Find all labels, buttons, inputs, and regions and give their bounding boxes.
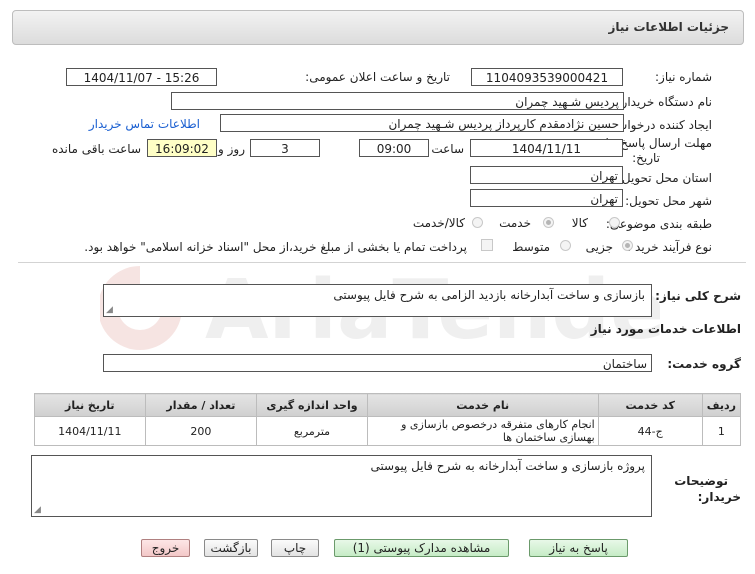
page-title: جزئیات اطلاعات نیاز	[608, 20, 729, 34]
table-header-row: ردیف کد خدمت نام خدمت واحد اندازه گیری ت…	[34, 393, 742, 417]
buyer-org-field: پردیس شـهید چمران	[171, 92, 624, 110]
category-option-service: خدمت	[499, 216, 531, 230]
category-label: طبقه بندی موضوعی:	[605, 217, 712, 231]
buyer-notes-text: پروژه بازسازی و ساخت آبدارخانه به شرح فا…	[370, 459, 645, 473]
treasury-payment-checkbox[interactable]	[481, 239, 493, 251]
cell-unit: مترمربع	[256, 416, 368, 446]
buyer-org-label: نام دستگاه خریدار:	[617, 95, 713, 109]
treasury-payment-note: پرداخت تمام یا بخشی از مبلغ خرید،از محل …	[84, 240, 467, 254]
need-number-field: 1104093539000421	[471, 68, 623, 86]
reply-to-need-button[interactable]: پاسخ به نیاز	[529, 539, 628, 557]
deadline-date-field: 1404/11/11	[470, 139, 623, 157]
remaining-time-label: ساعت باقی مانده	[51, 142, 141, 156]
buyer-contact-link[interactable]: اطلاعات تماس خریدار	[89, 117, 200, 131]
summary-textarea[interactable]: بازسازی و ساخت آبدارخانه بازدید الزامی ب…	[103, 284, 652, 317]
announce-date-label: تاریخ و ساعت اعلان عمومی:	[305, 70, 450, 84]
view-attachments-button[interactable]: مشاهده مدارک پیوستی (1)	[334, 539, 509, 557]
city-label: شهر محل تحویل:	[625, 194, 712, 208]
category-radio-service[interactable]	[543, 217, 554, 228]
col-header-row-number: ردیف	[701, 393, 742, 417]
deadline-label-line2: تاریخ:	[632, 151, 660, 165]
need-number-label: شماره نیاز:	[655, 70, 712, 84]
process-option-medium: متوسط	[512, 240, 550, 254]
deadline-time-label: ساعت	[431, 142, 464, 156]
col-header-unit: واحد اندازه گیری	[256, 393, 368, 417]
back-button[interactable]: بازگشت	[204, 539, 258, 557]
table-row: 1 ج-44 انجام کارهای متفرقه درخصوص بازساز…	[34, 416, 742, 446]
col-header-quantity: تعداد / مقدار	[144, 393, 258, 417]
service-group-label: گروه خدمت:	[667, 357, 741, 371]
creator-field: حسین نژادمقدم کارپرداز پردیس شـهید چمران	[220, 114, 624, 132]
col-header-service-code: کد خدمت	[597, 393, 703, 417]
resize-grip-icon: ◢	[106, 305, 113, 315]
province-field: تهران	[470, 166, 623, 184]
category-option-goods: کالا	[571, 216, 588, 230]
service-group-field: ساختمان	[103, 354, 652, 372]
announce-date-field: 1404/11/07 - 15:26	[66, 68, 217, 86]
cell-row-number: 1	[701, 416, 742, 446]
process-radio-medium[interactable]	[560, 240, 571, 251]
exit-button[interactable]: خروج	[141, 539, 190, 557]
process-radio-minor[interactable]	[622, 240, 633, 251]
category-radio-goods[interactable]	[609, 217, 620, 228]
process-type-label: نوع فرآیند خرید :	[627, 240, 712, 254]
cell-need-date: 1404/11/11	[34, 416, 146, 446]
days-remaining-field: 3	[250, 139, 320, 157]
cell-service-code: ج-44	[597, 416, 703, 446]
col-header-service-name: نام خدمت	[366, 393, 599, 417]
category-radio-goods-service[interactable]	[472, 217, 483, 228]
province-label: استان محل تحویل:	[617, 171, 712, 185]
city-field: تهران	[470, 189, 623, 207]
process-option-minor: جزیی	[585, 240, 613, 254]
col-header-need-date: تاریخ نیاز	[34, 393, 146, 417]
section-divider	[18, 262, 746, 263]
resize-grip-icon: ◢	[34, 505, 41, 515]
cell-quantity: 200	[144, 416, 258, 446]
days-label: روز و	[218, 142, 245, 156]
buyer-notes-label-line2: خریدار:	[697, 490, 741, 504]
summary-label: شرح کلی نیاز:	[655, 289, 741, 303]
remaining-time-field: 16:09:02	[147, 139, 217, 157]
cell-service-name: انجام کارهای متفرقه درخصوص بازسازی و بهس…	[366, 416, 599, 446]
print-button[interactable]: چاپ	[271, 539, 319, 557]
services-section-title: اطلاعات خدمات مورد نیاز	[590, 322, 741, 336]
summary-text: بازسازی و ساخت آبدارخانه بازدید الزامی ب…	[333, 288, 645, 302]
deadline-time-field: 09:00	[359, 139, 429, 157]
services-table: ردیف کد خدمت نام خدمت واحد اندازه گیری ت…	[34, 393, 742, 446]
panel-header: جزئیات اطلاعات نیاز	[12, 10, 744, 45]
category-option-goods-service: کالا/خدمت	[412, 216, 465, 230]
buyer-notes-textarea[interactable]: پروژه بازسازی و ساخت آبدارخانه به شرح فا…	[31, 455, 652, 517]
buyer-notes-label-line1: توضیحات	[674, 474, 728, 488]
